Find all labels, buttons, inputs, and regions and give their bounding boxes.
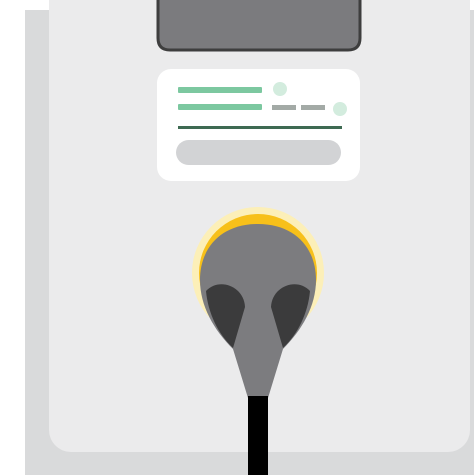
charging-station-icon: [25, 0, 474, 475]
screen-panel: [156, 0, 362, 52]
card-divider: [178, 126, 342, 129]
screen-icon: [156, 0, 362, 52]
cable-icon: [248, 396, 268, 475]
info-card-icon: [157, 69, 360, 181]
card-dash-1: [272, 105, 296, 110]
card-line-2: [178, 104, 262, 110]
card-line-1: [178, 87, 262, 93]
charging-station-illustration: [0, 0, 474, 475]
card-dot-2: [333, 102, 347, 116]
card-pill: [176, 140, 341, 165]
card-dash-2: [301, 105, 325, 110]
card-dot-1: [273, 82, 287, 96]
